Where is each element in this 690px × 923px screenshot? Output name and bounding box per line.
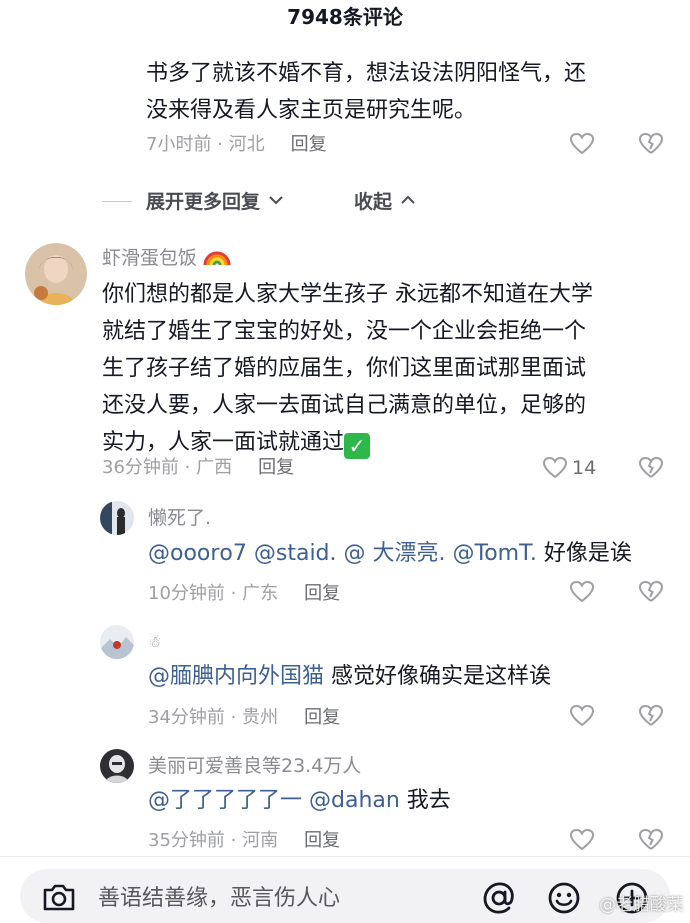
username[interactable]: 虾滑蛋包饭 [102,244,231,273]
username-text: 虾滑蛋包饭 [102,247,198,269]
reply-thread-controls: 展开更多回复 收起 [0,187,690,217]
comment-text-line: 你们想的都是人家大学生孩子 永远都不知道在大学 [102,282,593,307]
reply-button[interactable]: 回复 [304,583,340,604]
comment-text-line: 还没人要，人家一去面试自己满意的单位，足够的 [102,393,587,418]
comment-input-placeholder: 善语结善缘，恶言伤人心 [98,886,341,911]
comment-meta: 10分钟前 · 广东 回复 [148,580,340,608]
username[interactable]: 懒死了. [148,504,211,532]
like-heart-icon[interactable] [569,827,595,853]
chevron-up-icon [399,188,417,218]
reply-button[interactable]: 回复 [258,457,294,478]
mention-links[interactable]: @ooorо7 @staid. @ 大漂亮. @TomT. [148,541,537,566]
watermark: @老腊酸菜 [599,895,684,915]
mention-at-icon[interactable] [481,880,517,916]
comment-time-location: 10分钟前 · 广东 [148,583,279,604]
comment-text-line: 生了孩子结了婚的应届生，你们这里面试那里面试 [102,356,587,381]
comment-time-location: 7小时前 · 河北 [146,134,265,155]
comment-time-location: 35分钟前 · 河南 [148,830,279,851]
emoji-face-icon[interactable] [546,880,582,916]
comment-count-title: 7948条评论 [287,5,403,29]
camera-icon[interactable] [42,882,76,912]
check-mark-emoji: ✓ [344,433,371,459]
rainbow-emoji [203,245,231,273]
like-heart-icon[interactable] [569,579,595,605]
comment-text-line: 没来得及看人家主页是研究生呢。 [146,98,477,123]
reply-button[interactable]: 回复 [304,707,340,728]
dislike-broken-heart-icon[interactable] [638,131,664,157]
reply-text-body: 我去 [399,788,451,813]
collapse-replies-button[interactable]: 收起 [354,187,417,218]
avatar[interactable] [100,501,134,535]
dislike-broken-heart-icon[interactable] [638,579,664,605]
like-count: 14 [572,457,597,479]
reply-text-body: 感觉好像确实是这样诶 [324,664,552,689]
like-heart-icon[interactable] [542,455,568,481]
username[interactable]: 美丽可爱善良等23.4万人 [148,752,361,780]
comment-meta: 35分钟前 · 河南 回复 [148,827,340,855]
dislike-broken-heart-icon[interactable] [638,827,664,853]
avatar[interactable] [100,749,134,783]
comment-text-line: 书多了就该不婚不育，想法设法阴阳怪气，还 [146,61,587,86]
like-heart-icon[interactable] [569,703,595,729]
reply-button[interactable]: 回复 [304,830,340,851]
divider [102,201,132,202]
reply-text: @ooorо7 @staid. @ 大漂亮. @TomT. 好像是诶 [148,535,678,572]
dislike-broken-heart-icon[interactable] [638,703,664,729]
reply-text: @腼腆内向外国猫 感觉好像确实是这样诶 [148,658,678,695]
mention-links[interactable]: @了了了了了一 @dahan [148,788,400,813]
username[interactable]: ☃ [148,628,161,656]
mention-links[interactable]: @腼腆内向外国猫 [148,664,324,689]
like-heart-icon[interactable] [569,131,595,157]
comment-text-line: 就结了婚生了宝宝的好处，没一个企业会拒绝一个 [102,319,587,344]
expand-label: 展开更多回复 [146,191,261,213]
avatar[interactable] [100,625,134,659]
comment-text: 你们想的都是人家大学生孩子 永远都不知道在大学 就结了婚生了宝宝的好处，没一个企… [102,276,682,461]
comment-meta: 36分钟前 · 广西 回复 [102,454,294,482]
chevron-down-icon [267,188,285,218]
expand-more-replies-button[interactable]: 展开更多回复 [146,187,285,218]
collapse-label: 收起 [354,191,393,213]
reply-button[interactable]: 回复 [291,134,327,155]
reply-text: @了了了了了一 @dahan 我去 [148,782,678,819]
comment-text-last: 实力，人家一面试就通过 [102,430,345,455]
comment-text: 书多了就该不婚不育，想法设法阴阳怪气，还 没来得及看人家主页是研究生呢。 [146,55,666,129]
comment-time-location: 36分钟前 · 广西 [102,457,233,478]
comment-time-location: 34分钟前 · 贵州 [148,707,279,728]
avatar[interactable] [25,243,87,305]
comment-meta: 7小时前 · 河北 回复 [146,131,327,159]
comment-meta: 34分钟前 · 贵州 回复 [148,704,340,732]
reply-text-body: 好像是诶 [536,541,632,566]
dislike-broken-heart-icon[interactable] [638,455,664,481]
